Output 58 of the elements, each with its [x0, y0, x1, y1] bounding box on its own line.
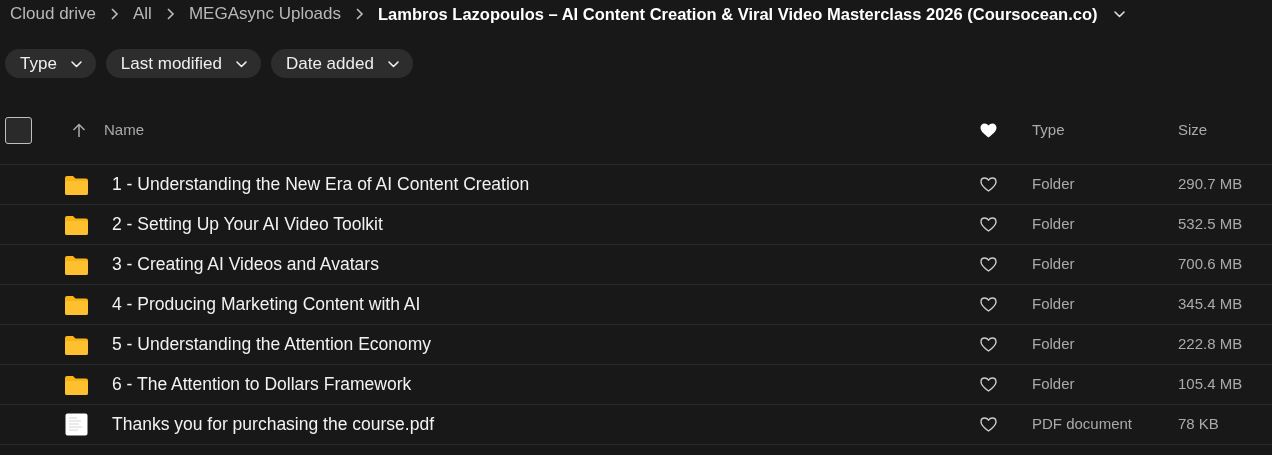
file-name[interactable]: 4 - Producing Marketing Content with AI	[112, 291, 421, 318]
folder-icon	[65, 214, 88, 235]
chevron-right-icon	[110, 7, 119, 21]
column-header[interactable]: Name	[104, 119, 144, 142]
heart-icon[interactable]	[979, 217, 997, 232]
filter-dropdown[interactable]: Type	[5, 49, 96, 78]
file-name[interactable]: 1 - Understanding the New Era of AI Content Creation	[112, 171, 530, 198]
table-cell-text: 345.4 MB	[1178, 294, 1244, 315]
folder-icon	[65, 294, 88, 315]
table-cell-text: Folder	[1031, 374, 1076, 395]
file-row[interactable]: 4 - Producing Marketing Content with AI Folder 345.4 MB	[0, 285, 1272, 325]
heart-icon[interactable]	[979, 297, 997, 312]
table-cell-text: 105.4 MB	[1178, 374, 1244, 395]
file-row[interactable]: 2 - Setting Up Your AI Video Toolkit Folder 532.5 MB	[0, 205, 1272, 245]
sort-arrow-icon[interactable]	[72, 123, 86, 138]
file-name[interactable]: 2 - Setting Up Your AI Video Toolkit	[112, 211, 383, 238]
folder-icon	[65, 374, 88, 395]
heart-icon[interactable]	[979, 377, 997, 392]
filter-dropdown[interactable]: Date added	[271, 49, 413, 78]
table-cell-text: 532.5 MB	[1178, 214, 1244, 235]
folder-icon	[65, 334, 88, 355]
breadcrumb-link[interactable]: Lambros Lazopoulos – AI Content Creation & Viral Video Masterclass 2026 (Coursocean.co)	[378, 1, 1098, 27]
folder-icon	[65, 174, 88, 195]
table-cell-text: Folder	[1031, 294, 1076, 315]
folder-icon	[65, 254, 88, 275]
table-cell-text: Folder	[1031, 254, 1076, 275]
table-cell-text: Folder	[1031, 214, 1076, 235]
file-name[interactable]: 3 - Creating AI Videos and Avatars	[112, 251, 379, 278]
table-cell-text: Folder	[1031, 334, 1076, 355]
document-icon	[65, 413, 88, 436]
breadcrumb-link[interactable]: All	[133, 1, 152, 27]
select-all-checkbox[interactable]	[5, 117, 32, 144]
table-cell-text: 700.6 MB	[1178, 254, 1244, 275]
column-header[interactable]: Type	[1032, 121, 1065, 139]
chevron-right-icon	[355, 7, 365, 21]
file-row[interactable]: 3 - Creating AI Videos and Avatars Folder 700.6 MB	[0, 245, 1272, 285]
file-row[interactable]: 1 - Understanding the New Era of AI Content Creation Folder 290.7 MB	[0, 165, 1272, 205]
table-cell-text: PDF document	[1031, 414, 1134, 435]
filter-dropdown[interactable]: Last modified	[105, 49, 261, 78]
heart-icon[interactable]	[979, 337, 997, 352]
breadcrumb-link[interactable]: Cloud drive	[10, 1, 96, 27]
heart-icon[interactable]	[979, 177, 997, 192]
file-name[interactable]: Thanks you for purchasing the course.pdf	[112, 411, 434, 438]
breadcrumb-link[interactable]: MEGAsync Uploads	[188, 1, 342, 27]
table-cell-text: 290.7 MB	[1178, 174, 1244, 195]
heart-icon[interactable]	[979, 257, 997, 272]
file-row[interactable]: Thanks you for purchasing the course.pdf PDF document 78 KB	[0, 405, 1272, 445]
column-header[interactable]: Size	[1178, 121, 1208, 139]
file-name[interactable]: 5 - Understanding the Attention Economy	[112, 331, 432, 358]
table-cell-text: 78 KB	[1178, 414, 1220, 435]
heart-icon[interactable]	[979, 417, 997, 432]
table-cell-text: 222.8 MB	[1178, 334, 1244, 355]
file-row[interactable]: 6 - The Attention to Dollars Framework Folder 105.4 MB	[0, 365, 1272, 405]
file-row[interactable]: 5 - Understanding the Attention Economy Folder 222.8 MB	[0, 325, 1272, 365]
heart-icon[interactable]	[979, 123, 997, 138]
table-cell-text: Folder	[1031, 174, 1076, 195]
chevron-right-icon	[165, 7, 175, 21]
file-name[interactable]: 6 - The Attention to Dollars Framework	[112, 371, 412, 398]
